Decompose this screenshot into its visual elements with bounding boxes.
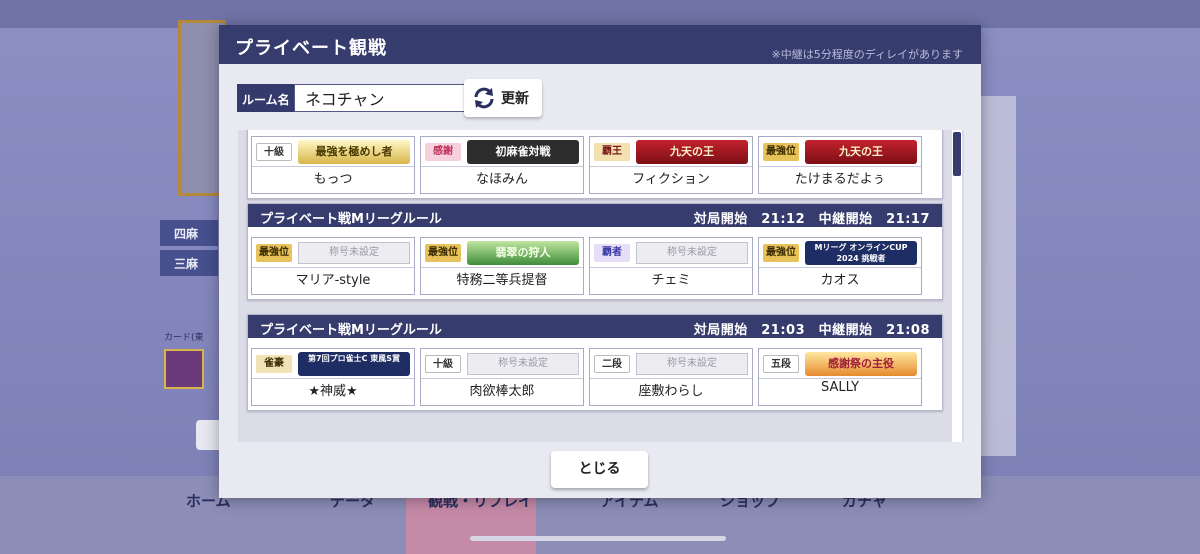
player-name: たけまるだよぅ xyxy=(794,172,886,187)
match-rule: プライベート戦Mリーグルール xyxy=(260,323,442,338)
player-title-row: 感謝 初麻雀対戦 xyxy=(421,137,583,167)
player-title-badge: 九天の王 xyxy=(805,140,917,164)
player-title-row: 最強位 称号未設定 xyxy=(252,238,414,268)
background-mode-badges: 四麻 三麻 xyxy=(160,220,220,280)
rank-badge: 最強位 xyxy=(256,244,292,262)
background-card-image xyxy=(164,349,204,389)
player-title-row: 五段 感謝祭の主役 xyxy=(759,349,921,379)
player-row: 十級 最強を極めし者 もっつ 感謝 初麻雀対戦 なほみん 覇王 九天の王 フィクション 最強位 九天… xyxy=(248,130,942,198)
home-indicator xyxy=(470,536,726,541)
player-card[interactable]: 覇王 九天の王フィクション xyxy=(589,136,753,194)
player-name: フィクション xyxy=(632,172,710,187)
player-name: ★神威★ xyxy=(308,384,358,399)
match-list[interactable]: 十級 最強を極めし者 もっつ 感謝 初麻雀対戦 なほみん 覇王 九天の王 フィクション 最強位 九天… xyxy=(238,130,964,444)
player-name: もっつ xyxy=(313,172,353,187)
player-card[interactable]: 感謝 初麻雀対戦なほみん xyxy=(420,136,584,194)
player-card[interactable]: 最強位 九天の王たけまるだよぅ xyxy=(758,136,922,194)
rank-badge: 覇者 xyxy=(594,244,630,262)
player-card[interactable]: 覇者 称号未設定チェミ xyxy=(589,237,753,295)
player-title-row: 雀豪 第7回プロ雀士C 東風S賞 xyxy=(252,349,414,379)
player-title-row: 覇王 九天の王 xyxy=(590,137,752,167)
match-list-scrollbar[interactable] xyxy=(952,130,962,444)
match-card[interactable]: プライベート戦Mリーグルール 対局開始 21:03 中継開始 21:08 雀豪 第7回… xyxy=(247,314,943,411)
rank-badge: 最強位 xyxy=(763,244,799,262)
player-name: チェミ xyxy=(651,273,691,288)
player-name: カオス xyxy=(820,273,860,288)
scrollbar-thumb[interactable] xyxy=(953,132,961,176)
player-title-badge: 初麻雀対戦 xyxy=(467,140,579,164)
player-name: 肉欲棒太郎 xyxy=(469,384,535,399)
match-card[interactable]: 十級 最強を極めし者 もっつ 感謝 初麻雀対戦 なほみん 覇王 九天の王 フィクション 最強位 九天… xyxy=(247,130,943,199)
player-title-badge: 感謝祭の主役 xyxy=(805,352,917,376)
player-card[interactable]: 雀豪 第7回プロ雀士C 東風S賞 ★神威★ xyxy=(251,348,415,406)
rank-badge: 感謝 xyxy=(425,143,461,161)
player-card[interactable]: 十級 称号未設定肉欲棒太郎 xyxy=(420,348,584,406)
delay-note: ※中継は5分程度のディレイがあります xyxy=(771,48,963,61)
room-name-label: ルーム名 xyxy=(237,84,294,112)
rank-badge: 最強位 xyxy=(425,244,461,262)
player-title-badge: 翡翠の狩人 xyxy=(467,241,579,265)
player-title-row: 最強位 九天の王 xyxy=(759,137,921,167)
background-card-label: カード(東 xyxy=(164,333,204,343)
close-button[interactable]: とじる xyxy=(551,451,648,488)
player-name: マリア-style xyxy=(295,273,371,288)
player-card[interactable]: 五段 感謝祭の主役 SALLY xyxy=(758,348,922,406)
player-name: 座敷わらし xyxy=(638,384,704,399)
background-back-tab xyxy=(196,420,220,450)
background-badge-four-player: 四麻 xyxy=(160,220,218,246)
player-title-row: 二段 称号未設定 xyxy=(590,349,752,379)
player-title-badge: Mリーグ オンラインCUP 2024 挑戦者 xyxy=(805,241,917,265)
player-title-badge: 第7回プロ雀士C 東風S賞 xyxy=(298,352,410,376)
match-header: プライベート戦Mリーグルール 対局開始 21:12 中継開始 21:17 xyxy=(248,204,942,227)
room-name-input[interactable] xyxy=(294,84,469,112)
refresh-label: 更新 xyxy=(501,91,529,107)
background-right-panel xyxy=(980,96,1016,456)
private-spectate-modal: プライベート観戦 ※中継は5分程度のディレイがあります ルーム名 更新 十級最強… xyxy=(219,25,981,498)
player-title-row: 覇者 称号未設定 xyxy=(590,238,752,268)
refresh-icon xyxy=(474,87,494,109)
modal-title: プライベート観戦 xyxy=(235,38,387,59)
rank-badge: 十級 xyxy=(256,143,292,161)
match-card[interactable]: プライベート戦Mリーグルール 対局開始 21:12 中継開始 21:17 最強位 称号… xyxy=(247,203,943,300)
rank-badge: 覇王 xyxy=(594,143,630,161)
player-card[interactable]: 最強位 翡翠の狩人特務二等兵提督 xyxy=(420,237,584,295)
player-title-row: 最強位 Mリーグ オンラインCUP 2024 挑戦者 xyxy=(759,238,921,268)
background-badge-three-player: 三麻 xyxy=(160,250,218,276)
player-row: 最強位 称号未設定 マリア-style 最強位 翡翠の狩人 特務二等兵提督 覇者 称号未設定チ… xyxy=(248,227,942,299)
modal-footer: とじる xyxy=(219,442,981,498)
player-row: 雀豪 第7回プロ雀士C 東風S賞 ★神威★ 十級 称号未設定 肉欲棒太郎 二段 称号未設定 座敷… xyxy=(248,338,942,410)
rank-badge: 最強位 xyxy=(763,143,799,161)
player-title-unset: 称号未設定 xyxy=(636,242,748,264)
player-name: 特務二等兵提督 xyxy=(456,273,548,288)
refresh-button[interactable]: 更新 xyxy=(464,79,542,117)
player-title-unset: 称号未設定 xyxy=(636,353,748,375)
rank-badge: 雀豪 xyxy=(256,355,292,373)
player-title-badge: 九天の王 xyxy=(636,140,748,164)
player-card[interactable]: 最強位 称号未設定マリア-style xyxy=(251,237,415,295)
player-title-badge: 最強を極めし者 xyxy=(298,140,410,164)
background-card: カード(東 xyxy=(164,330,218,396)
match-header: プライベート戦Mリーグルール 対局開始 21:03 中継開始 21:08 xyxy=(248,315,942,338)
player-title-row: 十級 称号未設定 xyxy=(421,349,583,379)
player-name: なほみん xyxy=(475,172,528,187)
player-title-row: 十級 最強を極めし者 xyxy=(252,137,414,167)
match-times: 対局開始 21:12 中継開始 21:17 xyxy=(693,212,930,227)
player-card[interactable]: 二段 称号未設定座敷わらし xyxy=(589,348,753,406)
player-card[interactable]: 最強位 Mリーグ オンラインCUP 2024 挑戦者カオス xyxy=(758,237,922,295)
match-times: 対局開始 21:03 中継開始 21:08 xyxy=(693,323,930,338)
modal-header: プライベート観戦 ※中継は5分程度のディレイがあります xyxy=(219,25,981,64)
rank-badge: 五段 xyxy=(763,355,799,373)
rank-badge: 十級 xyxy=(425,355,461,373)
player-card[interactable]: 十級 最強を極めし者もっつ xyxy=(251,136,415,194)
player-title-unset: 称号未設定 xyxy=(467,353,579,375)
match-rule: プライベート戦Mリーグルール xyxy=(260,212,442,227)
rank-badge: 二段 xyxy=(594,355,630,373)
player-title-unset: 称号未設定 xyxy=(298,242,410,264)
player-name: SALLY xyxy=(820,380,860,395)
player-title-row: 最強位 翡翠の狩人 xyxy=(421,238,583,268)
